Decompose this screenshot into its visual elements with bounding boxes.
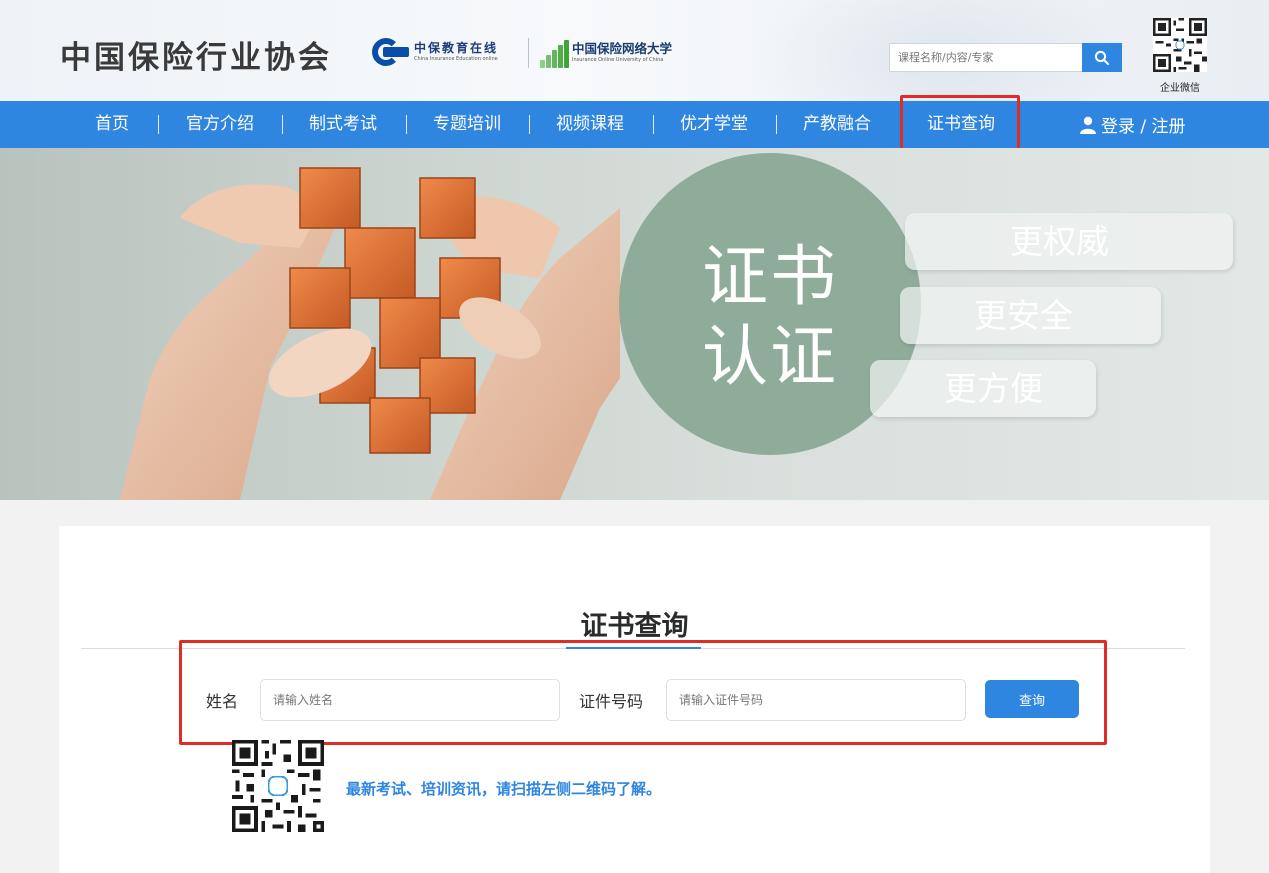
- nav-separator: [776, 115, 777, 134]
- nav-item-standard-exam[interactable]: 制式考试: [309, 101, 377, 148]
- hero-banner: 证书 认证 更权威 更安全 更方便: [0, 148, 1269, 500]
- search-icon: [1094, 50, 1109, 65]
- site-search: [889, 43, 1122, 72]
- qr-note: 最新考试、培训资讯，请扫描左侧二维码了解。: [346, 780, 662, 798]
- site-header: 中国保险行业协会 中保教育在线 China Insurance Educatio…: [0, 0, 1269, 101]
- partner2-name: 中国保险网络大学: [572, 41, 673, 56]
- nav-separator: [282, 115, 283, 134]
- nav-item-industry-education[interactable]: 产教融合: [803, 101, 871, 148]
- search-input[interactable]: [889, 43, 1082, 72]
- nav-separator: [529, 115, 530, 134]
- nav-item-special-training[interactable]: 专题培训: [433, 101, 501, 148]
- query-form-highlight: [179, 640, 1107, 745]
- nav-separator: [406, 115, 407, 134]
- partner-divider: [528, 38, 529, 68]
- nav-item-home[interactable]: 首页: [95, 101, 129, 148]
- banner-pill-authority: 更权威: [905, 213, 1233, 270]
- banner-pill-convenience: 更方便: [870, 360, 1096, 417]
- banner-pill-security: 更安全: [900, 287, 1161, 344]
- partner-logo-online-university[interactable]: 中国保险网络大学 Insurance Online University of …: [538, 38, 672, 68]
- user-icon: [1080, 116, 1096, 134]
- partner1-name: 中保教育在线: [414, 41, 499, 55]
- certificate-query-card: 证书查询 姓名 证件号码 查询 最新考试、培训资讯，请扫描左侧二维码了解。: [59, 526, 1210, 873]
- partner1-subtitle: China Insurance Education online: [414, 56, 498, 62]
- qr-code-icon: [232, 740, 324, 832]
- qr-code-icon: [1153, 18, 1207, 72]
- login-register-link[interactable]: 登录 / 注册: [1079, 101, 1186, 148]
- nav-separator: [653, 115, 654, 134]
- nav-item-talent-academy[interactable]: 优才学堂: [680, 101, 748, 148]
- nav-item-official-intro[interactable]: 官方介绍: [186, 101, 254, 148]
- online-university-logo-icon: [538, 38, 570, 68]
- partner-logo-education-online[interactable]: 中保教育在线 China Insurance Education online: [372, 38, 498, 66]
- partner2-subtitle: Insurance Online University of China: [572, 57, 664, 63]
- qr-caption: 企业微信: [1160, 83, 1200, 94]
- wechat-qr-block: 企业微信: [1153, 18, 1207, 94]
- login-register-label: 登录 / 注册: [1101, 117, 1186, 137]
- education-online-logo-icon: [372, 38, 412, 66]
- nav-separator: [158, 115, 159, 134]
- site-brand[interactable]: 中国保险行业协会: [60, 32, 332, 77]
- active-nav-highlight: [900, 95, 1020, 154]
- nav-item-video-courses[interactable]: 视频课程: [556, 101, 624, 148]
- page-title: 证书查询: [580, 611, 689, 642]
- main-nav: 首页 官方介绍 制式考试 专题培训 视频课程 优才学堂 产教融合 证书查询 登录…: [0, 101, 1269, 148]
- search-button[interactable]: [1082, 43, 1122, 72]
- puzzle-hands-image: [120, 167, 620, 500]
